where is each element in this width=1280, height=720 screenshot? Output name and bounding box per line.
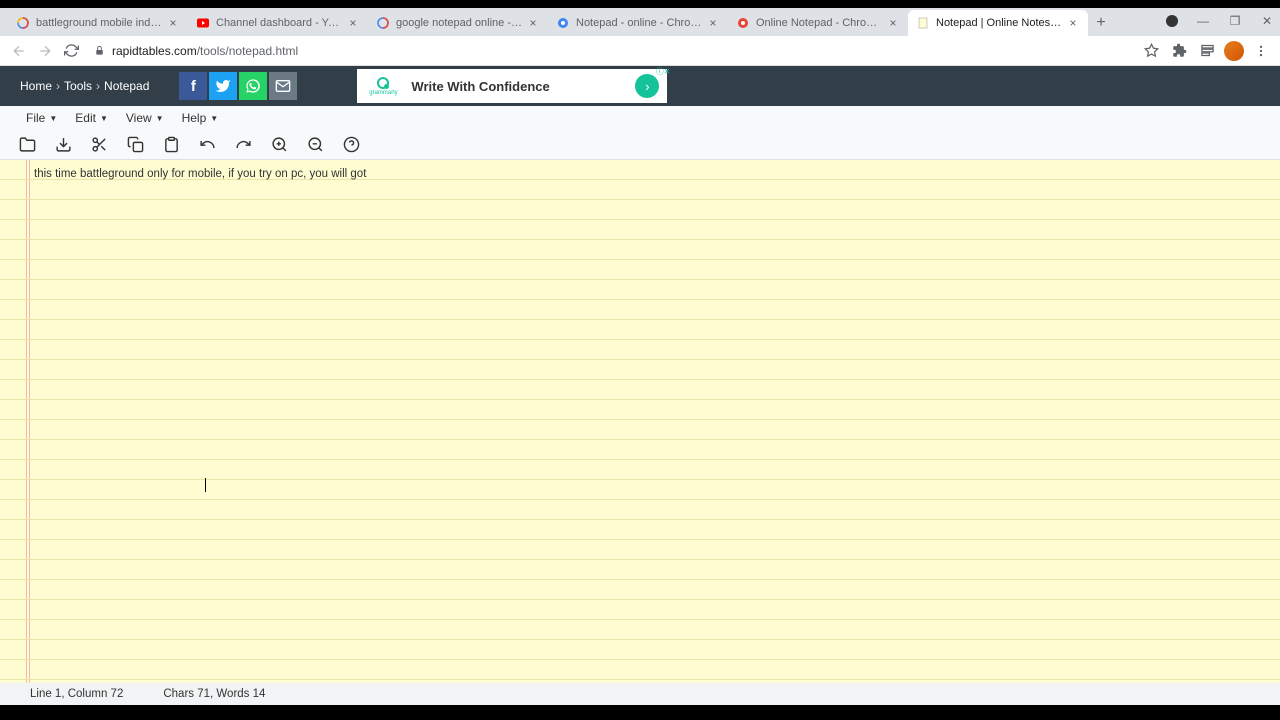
note-content: this time battleground only for mobile, …: [34, 168, 366, 180]
email-icon[interactable]: [269, 72, 297, 100]
facebook-icon[interactable]: f: [179, 72, 207, 100]
window-controls: — ❐ ✕: [1166, 8, 1274, 34]
lock-icon: [94, 45, 106, 57]
paste-icon[interactable]: [162, 136, 180, 154]
menu-edit[interactable]: Edit▼: [67, 109, 116, 127]
status-line-col: Line 1, Column 72: [30, 688, 123, 700]
tab-5[interactable]: Notepad | Online Notes free, no ×: [908, 10, 1088, 36]
breadcrumb-notepad[interactable]: Notepad: [104, 79, 149, 93]
social-share: f: [179, 72, 297, 100]
tab-strip: battleground mobile india emula × Channe…: [0, 8, 1280, 36]
extensions-icon[interactable]: [1168, 40, 1190, 62]
text-cursor: [205, 478, 206, 492]
tab-title: battleground mobile india emula: [36, 17, 162, 29]
site-header: Home › Tools › Notepad f grammarly Write…: [0, 66, 1280, 106]
menu-help[interactable]: Help▼: [174, 109, 227, 127]
chrome-store-icon: [556, 16, 570, 30]
chevron-down-icon: ▼: [49, 114, 57, 123]
close-icon[interactable]: ×: [706, 16, 720, 30]
back-button[interactable]: [8, 40, 30, 62]
menu-view[interactable]: View▼: [118, 109, 172, 127]
google-icon: [376, 16, 390, 30]
chevron-down-icon: ▼: [156, 114, 164, 123]
cut-icon[interactable]: [90, 136, 108, 154]
maximize-icon[interactable]: ❐: [1228, 14, 1242, 28]
tab-title: Notepad - online - Chrome Web: [576, 17, 702, 29]
url-host: rapidtables.com: [112, 44, 197, 58]
breadcrumb-sep: ›: [96, 79, 100, 93]
tab-1[interactable]: Channel dashboard - YouTube St ×: [188, 10, 368, 36]
tab-title: Notepad | Online Notes free, no: [936, 17, 1062, 29]
address-bar: rapidtables.com/tools/notepad.html: [0, 36, 1280, 66]
tab-title: Channel dashboard - YouTube St: [216, 17, 342, 29]
grammarly-icon: grammarly: [365, 76, 401, 96]
close-icon[interactable]: ×: [1066, 16, 1080, 30]
tab-2[interactable]: google notepad online - Google ×: [368, 10, 548, 36]
download-icon[interactable]: [54, 136, 72, 154]
breadcrumb: Home › Tools › Notepad: [20, 79, 149, 93]
breadcrumb-tools[interactable]: Tools: [64, 79, 92, 93]
chevron-down-icon: ▼: [210, 114, 218, 123]
tab-title: Online Notepad - Chrome Web S: [756, 17, 882, 29]
menu-file[interactable]: File▼: [18, 109, 65, 127]
youtube-icon: [196, 16, 210, 30]
chevron-down-icon: ▼: [100, 114, 108, 123]
new-tab-button[interactable]: +: [1088, 10, 1114, 36]
close-window-icon[interactable]: ✕: [1260, 14, 1274, 28]
help-icon[interactable]: [342, 136, 360, 154]
record-icon[interactable]: [1166, 15, 1178, 27]
editor-container: this time battleground only for mobile, …: [0, 160, 1280, 683]
profile-avatar[interactable]: [1224, 41, 1244, 61]
toolbar: [0, 130, 1280, 160]
url-input[interactable]: rapidtables.com/tools/notepad.html: [86, 39, 1134, 63]
close-icon[interactable]: ×: [346, 16, 360, 30]
zoom-out-icon[interactable]: [306, 136, 324, 154]
ad-text: Write With Confidence: [411, 79, 549, 94]
status-chars-words: Chars 71, Words 14: [163, 688, 265, 700]
zoom-in-icon[interactable]: [270, 136, 288, 154]
url-path: /tools/notepad.html: [197, 44, 298, 58]
star-icon[interactable]: [1140, 40, 1162, 62]
reading-list-icon[interactable]: [1196, 40, 1218, 62]
breadcrumb-sep: ›: [56, 79, 60, 93]
close-icon[interactable]: ×: [166, 16, 180, 30]
redo-icon[interactable]: [234, 136, 252, 154]
undo-icon[interactable]: [198, 136, 216, 154]
folder-icon[interactable]: [18, 136, 36, 154]
tab-0[interactable]: battleground mobile india emula ×: [8, 10, 188, 36]
tab-4[interactable]: Online Notepad - Chrome Web S ×: [728, 10, 908, 36]
reload-button[interactable]: [60, 40, 82, 62]
notepad-textarea[interactable]: this time battleground only for mobile, …: [0, 160, 1280, 683]
ad-arrow-icon: ›: [635, 74, 659, 98]
breadcrumb-home[interactable]: Home: [20, 79, 52, 93]
menu-icon[interactable]: [1250, 40, 1272, 62]
whatsapp-icon[interactable]: [239, 72, 267, 100]
tab-title: google notepad online - Google: [396, 17, 522, 29]
forward-button[interactable]: [34, 40, 56, 62]
chrome-store-icon: [736, 16, 750, 30]
ad-info-icon[interactable]: ⓘ✕: [656, 66, 671, 77]
copy-icon[interactable]: [126, 136, 144, 154]
close-icon[interactable]: ×: [886, 16, 900, 30]
menu-bar: File▼ Edit▼ View▼ Help▼: [0, 106, 1280, 130]
minimize-icon[interactable]: —: [1196, 14, 1210, 28]
tab-3[interactable]: Notepad - online - Chrome Web ×: [548, 10, 728, 36]
notepad-icon: [916, 16, 930, 30]
browser-window: battleground mobile india emula × Channe…: [0, 8, 1280, 705]
twitter-icon[interactable]: [209, 72, 237, 100]
google-icon: [16, 16, 30, 30]
close-icon[interactable]: ×: [526, 16, 540, 30]
status-bar: Line 1, Column 72 Chars 71, Words 14: [0, 683, 1280, 705]
ad-banner[interactable]: grammarly Write With Confidence › ⓘ✕: [357, 69, 667, 103]
